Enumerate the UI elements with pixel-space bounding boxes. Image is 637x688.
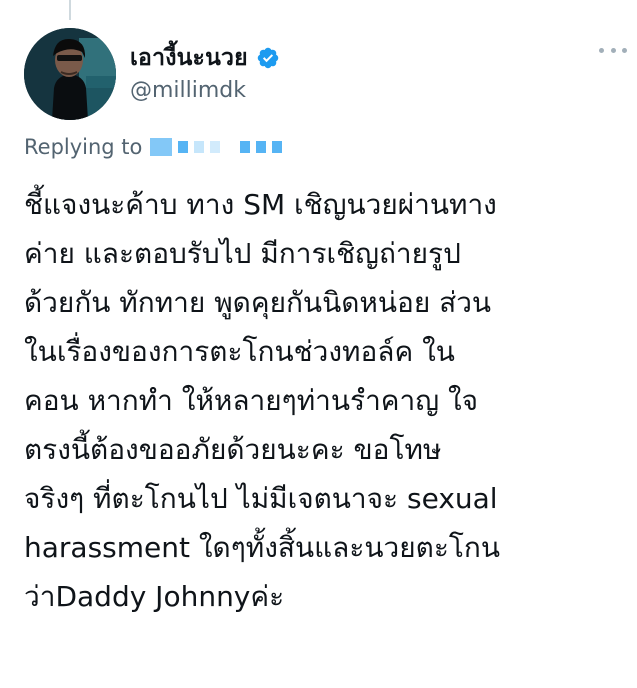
tweet-text-line: จริงๆ ที่ตะโกนไป ไม่มีเจตนาจะ sexual bbox=[24, 482, 498, 515]
replying-to-row: Replying to bbox=[24, 135, 283, 159]
thread-connector-line bbox=[69, 0, 71, 20]
verified-badge-icon bbox=[256, 46, 280, 70]
author-handle[interactable]: @millimdk bbox=[130, 78, 246, 103]
more-dot-icon bbox=[610, 47, 616, 53]
tweet-text-line: ว่าDaddy Johnnyค่ะ bbox=[24, 580, 285, 613]
tweet-text-line: ชี้แจงนะค้าบ ทาง SM เชิญนวยผ่านทาง bbox=[24, 188, 497, 221]
more-dot-icon bbox=[599, 47, 604, 53]
more-dot-icon bbox=[622, 47, 627, 53]
tweet-text: ชี้แจงนะค้าบ ทาง SM เชิญนวยผ่านทาง ค่าย … bbox=[24, 180, 630, 621]
avatar-image bbox=[24, 28, 116, 120]
more-options-icon[interactable] bbox=[599, 40, 627, 60]
avatar[interactable] bbox=[24, 28, 116, 120]
tweet-text-line: ด้วยกัน ทักทาย พูดคุยกันนิดหน่อย ส่วน bbox=[24, 286, 492, 319]
replying-to-label: Replying to bbox=[24, 135, 143, 159]
tweet-text-line: ในเรื่องของการตะโกนช่วงทอล์ค ใน bbox=[24, 335, 455, 368]
tweet-text-line: ตรงนี้ต้องขออภัยด้วยนะคะ ขอโทษ bbox=[24, 433, 442, 466]
redacted-username bbox=[150, 138, 283, 156]
tweet-text-line: คอน หากทำ ให้หลายๆท่านรำคาญ ใจ bbox=[24, 384, 479, 417]
tweet-text-line: harassment ใดๆทั้งสิ้นและนวยตะโกน bbox=[24, 531, 500, 564]
display-name[interactable]: เอางี้นะนวย bbox=[130, 40, 248, 76]
author-name-row[interactable]: เอางี้นะนวย bbox=[130, 40, 280, 76]
tweet-text-line: ค่าย และตอบรับไป มีการเชิญถ่ายรูป bbox=[24, 237, 461, 270]
